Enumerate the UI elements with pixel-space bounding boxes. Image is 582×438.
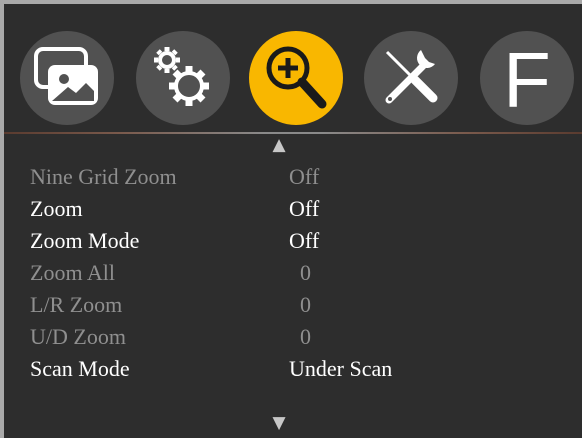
menu-item-label: Nine Grid Zoom bbox=[30, 164, 177, 189]
menu-item-value: Off bbox=[289, 164, 320, 189]
menu-item-value: Off bbox=[289, 228, 320, 253]
tab-bar: F bbox=[4, 4, 582, 132]
zoom-in-icon bbox=[266, 46, 327, 109]
tab-f[interactable]: F bbox=[480, 31, 574, 125]
scroll-down-arrow[interactable]: ▼ bbox=[268, 415, 290, 432]
menu-item-scan-mode[interactable]: Scan Mode Under Scan bbox=[4, 353, 582, 385]
menu-item-value: Off bbox=[289, 196, 320, 221]
f-letter-icon: F bbox=[503, 36, 551, 124]
tools-icon bbox=[385, 50, 438, 104]
menu-item-lr-zoom[interactable]: L/R Zoom 0 bbox=[4, 289, 582, 321]
tab-settings[interactable] bbox=[136, 31, 230, 125]
menu-item-value: 0 bbox=[300, 292, 311, 317]
menu-item-zoom-all[interactable]: Zoom All 0 bbox=[4, 257, 582, 289]
picture-icon bbox=[34, 47, 98, 105]
menu-item-label: Zoom All bbox=[30, 260, 115, 285]
tab-tools[interactable] bbox=[364, 31, 458, 125]
tab-divider bbox=[4, 132, 582, 134]
menu-item-value: 0 bbox=[300, 260, 311, 285]
menu-item-label: U/D Zoom bbox=[30, 324, 126, 349]
menu-item-label: L/R Zoom bbox=[30, 292, 123, 317]
menu-item-ud-zoom[interactable]: U/D Zoom 0 bbox=[4, 321, 582, 353]
scroll-up-arrow[interactable]: ▲ bbox=[268, 137, 290, 154]
menu-item-zoom-mode[interactable]: Zoom Mode Off bbox=[4, 225, 582, 257]
tab-picture[interactable] bbox=[20, 31, 114, 125]
menu-item-label: Zoom bbox=[30, 196, 83, 221]
menu-item-label: Zoom Mode bbox=[30, 228, 140, 253]
menu-item-label: Scan Mode bbox=[30, 356, 130, 381]
menu-item-zoom[interactable]: Zoom Off bbox=[4, 193, 582, 225]
osd-panel: F ▲ Nine Grid Zoom Off Zoom Off Zoom Mod… bbox=[4, 4, 582, 438]
menu-item-value: Under Scan bbox=[289, 356, 393, 381]
menu-item-value: 0 bbox=[300, 324, 311, 349]
gears-icon bbox=[154, 47, 209, 106]
tab-zoom[interactable] bbox=[249, 31, 343, 125]
menu-item-nine-grid-zoom[interactable]: Nine Grid Zoom Off bbox=[4, 161, 582, 193]
